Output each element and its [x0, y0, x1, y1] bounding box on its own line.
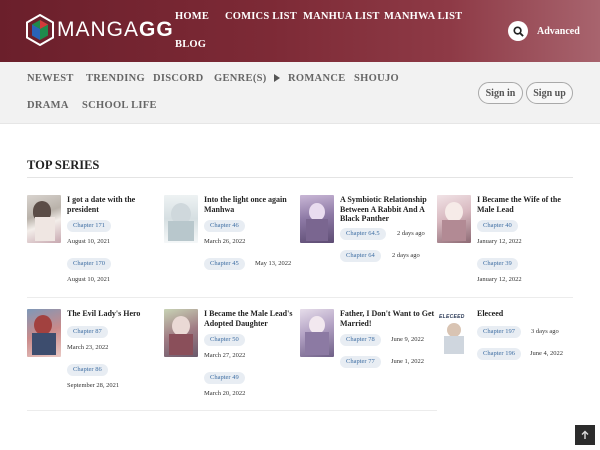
nav-manhwa-list[interactable]: MANHWA LIST	[384, 11, 462, 22]
logo-hex-icon	[26, 14, 54, 46]
site-logo[interactable]: MANGAGG	[26, 14, 174, 46]
subnav-trending[interactable]: TRENDING	[86, 73, 145, 84]
chapter-link[interactable]: Chapter 39	[477, 258, 518, 270]
series-cover[interactable]: ELECEED	[437, 309, 471, 357]
advanced-search-link[interactable]: Advanced	[537, 26, 580, 37]
nav-comics-list[interactable]: COMICS LIST	[225, 11, 297, 22]
chapter-link[interactable]: Chapter 170	[67, 258, 111, 270]
row-divider	[27, 410, 437, 411]
sign-up-button[interactable]: Sign up	[526, 82, 573, 104]
section-divider	[27, 177, 573, 178]
back-to-top-button[interactable]	[575, 425, 595, 445]
site-header: MANGAGG HOME COMICS LIST MANHUA LIST MAN…	[0, 0, 600, 62]
subnav-school-life[interactable]: SCHOOL LIFE	[82, 100, 157, 111]
chapter-link[interactable]: Chapter 49	[204, 372, 245, 384]
search-button[interactable]	[508, 21, 528, 41]
chapter-link[interactable]: Chapter 87	[67, 326, 108, 338]
chapter-date: January 12, 2022	[477, 276, 522, 283]
chapter-date: August 10, 2021	[67, 238, 111, 245]
series-cover[interactable]	[300, 309, 334, 357]
chapter-date: March 23, 2022	[67, 344, 109, 351]
chapter-date: August 10, 2021	[67, 276, 111, 283]
series-title[interactable]: A Symbiotic Relationship Between A Rabbi…	[340, 195, 436, 224]
chapter-date: May 13, 2022	[255, 260, 292, 267]
chapter-link[interactable]: Chapter 45	[204, 258, 245, 270]
logo-text: MANGAGG	[57, 18, 174, 41]
series-title[interactable]: I Became the Male Lead's Adopted Daughte…	[204, 309, 300, 328]
subnav-genres[interactable]: GENRE(S)	[214, 73, 280, 84]
chapter-date: March 20, 2022	[204, 390, 246, 397]
chapter-link[interactable]: Chapter 78	[340, 334, 381, 346]
chapter-link[interactable]: Chapter 77	[340, 356, 381, 368]
series-cover[interactable]	[27, 309, 61, 357]
chapter-date: June 1, 2022	[391, 358, 425, 365]
chapter-link[interactable]: Chapter 64.5	[340, 228, 386, 240]
chapter-date: June 4, 2022	[530, 350, 564, 357]
chapter-link[interactable]: Chapter 197	[477, 326, 521, 338]
chapter-link[interactable]: Chapter 171	[67, 220, 111, 232]
row-divider	[27, 297, 573, 298]
chapter-date: 2 days ago	[397, 230, 425, 237]
chapter-link[interactable]: Chapter 46	[204, 220, 245, 232]
series-cover[interactable]	[437, 195, 471, 243]
series-cover[interactable]	[27, 195, 61, 243]
subnav-genres-label: GENRE(S)	[214, 73, 267, 84]
sign-in-button[interactable]: Sign in	[478, 82, 523, 104]
chapter-date: June 9, 2022	[391, 336, 425, 343]
chapter-link[interactable]: Chapter 196	[477, 348, 521, 360]
cover-title-text: ELECEED	[439, 314, 465, 320]
subnav-romance[interactable]: ROMANCE	[288, 73, 346, 84]
chapter-date: March 26, 2022	[204, 238, 246, 245]
subnav-discord[interactable]: DISCORD	[153, 73, 204, 84]
chapter-date: September 28, 2021	[67, 382, 120, 389]
series-title[interactable]: Father, I Don't Want to Get Married!	[340, 309, 436, 328]
series-title[interactable]: I got a date with the president	[67, 195, 163, 214]
section-title: TOP SERIES	[27, 158, 100, 172]
series-cover[interactable]	[300, 195, 334, 243]
chapter-link[interactable]: Chapter 64	[340, 250, 381, 262]
chapter-date: March 27, 2022	[204, 352, 246, 359]
caret-right-icon	[273, 74, 280, 82]
chapter-link[interactable]: Chapter 40	[477, 220, 518, 232]
series-cover[interactable]	[164, 309, 198, 357]
nav-home[interactable]: HOME	[175, 11, 209, 22]
subnav-shoujo[interactable]: SHOUJO	[354, 73, 399, 84]
chapter-link[interactable]: Chapter 86	[67, 364, 108, 376]
subnav-newest[interactable]: NEWEST	[27, 73, 74, 84]
series-title[interactable]: The Evil Lady's Hero	[67, 309, 163, 319]
category-nav: NEWEST TRENDING DISCORD GENRE(S) ROMANCE…	[0, 62, 600, 124]
arrow-up-icon	[581, 430, 589, 439]
series-title[interactable]: Eleceed	[477, 309, 573, 319]
series-title[interactable]: I Became the Wife of the Male Lead	[477, 195, 573, 214]
nav-manhua-list[interactable]: MANHUA LIST	[303, 11, 380, 22]
series-cover[interactable]	[164, 195, 198, 243]
series-title[interactable]: Into the light once again Manhwa	[204, 195, 300, 214]
chapter-link[interactable]: Chapter 50	[204, 334, 245, 346]
chapter-date: 2 days ago	[392, 252, 420, 259]
chapter-date: January 12, 2022	[477, 238, 522, 245]
search-icon	[512, 25, 524, 37]
nav-blog[interactable]: BLOG	[175, 39, 206, 50]
chapter-date: 3 days ago	[531, 328, 559, 335]
subnav-drama[interactable]: DRAMA	[27, 100, 69, 111]
